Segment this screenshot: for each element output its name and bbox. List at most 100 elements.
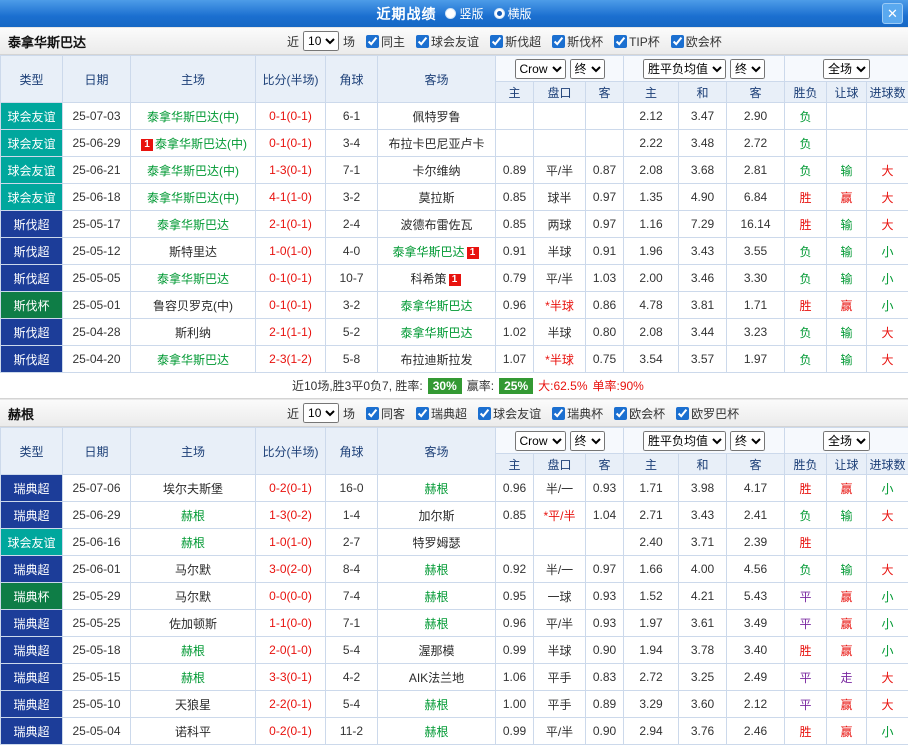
asian-result-cell: 输	[827, 265, 867, 292]
away-team: 科希策1	[378, 265, 496, 292]
avg-final-select[interactable]: 终	[730, 431, 765, 451]
checkbox-input[interactable]	[366, 35, 379, 48]
handicap-away-odds: 1.03	[586, 265, 624, 292]
col-header-score: 比分(半场)	[256, 428, 326, 475]
avg-away-odds: 3.23	[727, 319, 785, 346]
match-row: 瑞典超25-05-04诺科平0-2(0-1)11-2赫根0.99平/半0.902…	[1, 718, 908, 745]
near-label: 近	[287, 33, 299, 50]
col-header-od: 和	[679, 454, 727, 475]
scope-select[interactable]: 全场	[823, 59, 870, 79]
near-count-select[interactable]: 10	[303, 403, 339, 423]
away-team: 布拉卡巴尼亚卢卡	[378, 130, 496, 157]
team-text: 赫根	[424, 563, 448, 577]
avg-home-odds: 1.96	[624, 238, 679, 265]
checkbox-input[interactable]	[490, 35, 503, 48]
checkbox-input[interactable]	[614, 407, 627, 420]
match-row: 瑞典超25-07-06埃尔夫斯堡0-2(0-1)16-0赫根0.96半/一0.9…	[1, 475, 908, 502]
corner-score: 3-2	[326, 184, 378, 211]
filter-checkbox[interactable]: 斯伐杯	[552, 33, 603, 50]
team-text: 特罗姆瑟	[412, 536, 460, 550]
avg-odds-select[interactable]: 胜平负均值	[643, 59, 726, 79]
avg-away-odds: 2.90	[727, 103, 785, 130]
checkbox-label: 欧会杯	[629, 405, 665, 422]
avg-away-odds: 16.14	[727, 211, 785, 238]
corner-score: 7-1	[326, 157, 378, 184]
team-text: 佩特罗鲁	[412, 110, 460, 124]
scope-select[interactable]: 全场	[823, 431, 870, 451]
filter-checkbox[interactable]: 欧会杯	[671, 33, 722, 50]
goals-result-cell: 大	[867, 556, 908, 583]
score: 3-0(2-0)	[256, 556, 326, 583]
checkbox-input[interactable]	[671, 35, 684, 48]
company-final-select[interactable]: 终	[570, 59, 605, 79]
filter-checkbox[interactable]: 斯伐超	[490, 33, 541, 50]
handicap-line: 半/一	[534, 475, 586, 502]
filter-checkbox[interactable]: 瑞典杯	[552, 405, 603, 422]
checkbox-input[interactable]	[552, 407, 565, 420]
match-date: 25-05-05	[63, 265, 131, 292]
checkbox-input[interactable]	[552, 35, 565, 48]
avg-away-odds: 2.12	[727, 691, 785, 718]
avg-final-select[interactable]: 终	[730, 59, 765, 79]
score: 0-1(0-1)	[256, 292, 326, 319]
filter-checkbox[interactable]: 球会友谊	[416, 33, 479, 50]
result-cell: 负	[785, 130, 827, 157]
company-select[interactable]: Crow	[515, 431, 566, 451]
result-cell: 胜	[785, 475, 827, 502]
filter-checkbox[interactable]: 瑞典超	[416, 405, 467, 422]
match-row: 球会友谊25-07-03泰拿华斯巴达(中)0-1(0-1)6-1佩特罗鲁2.12…	[1, 103, 908, 130]
goals-result-cell: 小	[867, 637, 908, 664]
checkbox-input[interactable]	[614, 35, 627, 48]
filter-checkbox[interactable]: 欧会杯	[614, 405, 665, 422]
match-date: 25-05-17	[63, 211, 131, 238]
match-date: 25-05-04	[63, 718, 131, 745]
handicap-line: 平手	[534, 664, 586, 691]
col-header-a: 客	[586, 82, 624, 103]
sections-container: 泰拿华斯巴达近10场同主球会友谊斯伐超斯伐杯TIP杯欧会杯类型日期主场比分(半场…	[0, 27, 908, 745]
col-header-date: 日期	[63, 428, 131, 475]
col-header-a: 客	[586, 454, 624, 475]
away-team: 渥那模	[378, 637, 496, 664]
handicap-away-odds: 0.86	[586, 292, 624, 319]
checkbox-input[interactable]	[416, 407, 429, 420]
away-team: 佩特罗鲁	[378, 103, 496, 130]
filter-checkbox[interactable]: 欧罗巴杯	[676, 405, 739, 422]
checkbox-input[interactable]	[676, 407, 689, 420]
match-date: 25-06-18	[63, 184, 131, 211]
checkbox-input[interactable]	[478, 407, 491, 420]
asian-result-cell: 赢	[827, 718, 867, 745]
home-team: 鲁容贝罗克(中)	[131, 292, 256, 319]
match-type: 瑞典杯	[1, 583, 63, 610]
handicap-home-odds: 1.07	[496, 346, 534, 373]
avg-home-odds: 2.22	[624, 130, 679, 157]
avg-odds-select[interactable]: 胜平负均值	[643, 431, 726, 451]
team-text: 泰拿华斯巴达	[392, 245, 464, 259]
filter-checkbox[interactable]: TIP杯	[614, 33, 660, 50]
asian-result-cell	[827, 130, 867, 157]
score: 3-3(0-1)	[256, 664, 326, 691]
score: 2-3(1-2)	[256, 346, 326, 373]
col-header-score: 比分(半场)	[256, 56, 326, 103]
radio-icon[interactable]	[445, 8, 456, 19]
company-final-select[interactable]: 终	[570, 431, 605, 451]
radio-icon[interactable]	[494, 8, 505, 19]
close-icon[interactable]: ✕	[882, 3, 903, 24]
filter-checkbox[interactable]: 球会友谊	[478, 405, 541, 422]
layout-radio-option[interactable]: 竖版	[445, 5, 483, 22]
avg-home-odds: 2.00	[624, 265, 679, 292]
company-select[interactable]: Crow	[515, 59, 566, 79]
handicap-away-odds: 0.89	[586, 691, 624, 718]
checkbox-input[interactable]	[416, 35, 429, 48]
checkbox-input[interactable]	[366, 407, 379, 420]
handicap-away-odds: 0.80	[586, 319, 624, 346]
filter-checkbox[interactable]: 同主	[366, 33, 405, 50]
near-count-select[interactable]: 10	[303, 31, 339, 51]
filter-checkbox[interactable]: 同客	[366, 405, 405, 422]
team-text: AIK法兰地	[409, 671, 464, 685]
match-row: 瑞典超25-05-15赫根3-3(0-1)4-2AIK法兰地1.06平手0.83…	[1, 664, 908, 691]
team-section: 泰拿华斯巴达近10场同主球会友谊斯伐超斯伐杯TIP杯欧会杯类型日期主场比分(半场…	[0, 27, 908, 399]
layout-radio-option[interactable]: 横版	[494, 5, 532, 22]
corner-score: 5-2	[326, 319, 378, 346]
result-cell: 胜	[785, 211, 827, 238]
team-text: 泰拿华斯巴达	[400, 326, 472, 340]
